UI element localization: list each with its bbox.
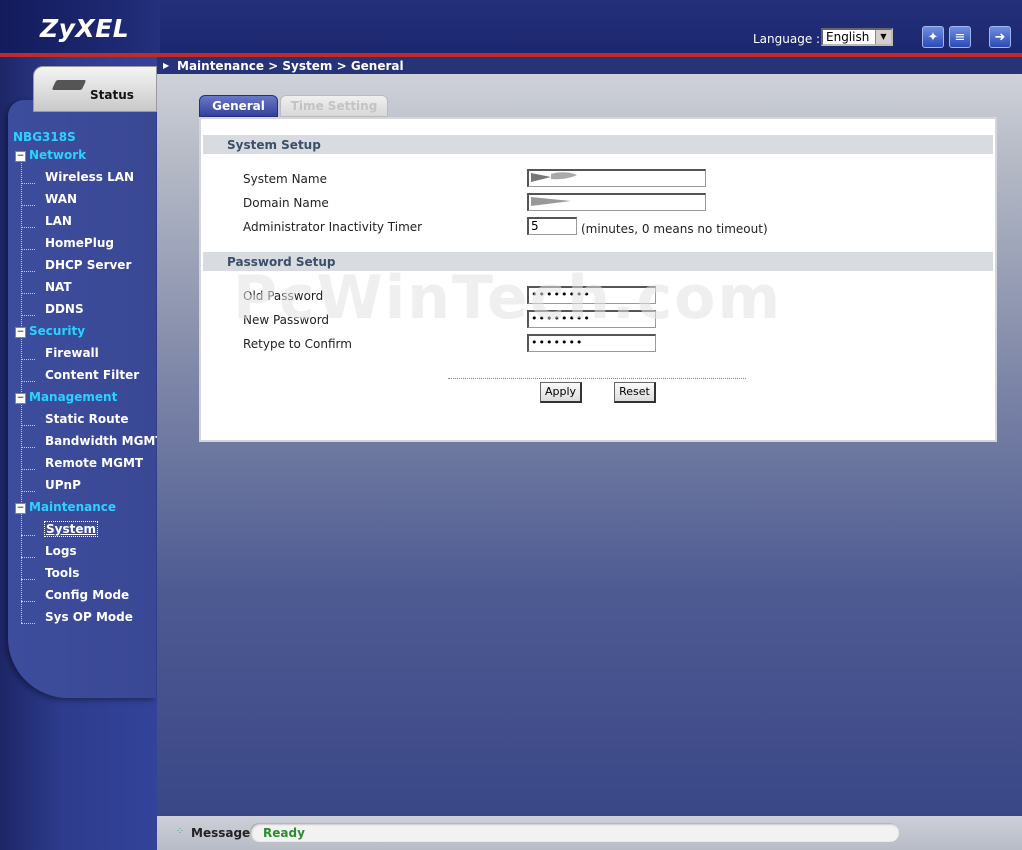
- nav-static-route[interactable]: Static Route: [45, 412, 129, 426]
- nav-ddns[interactable]: DDNS: [45, 302, 84, 316]
- zyxel-logo: ZyXEL: [40, 14, 130, 43]
- collapse-icon[interactable]: −: [15, 503, 26, 514]
- domain-name-input[interactable]: [527, 193, 706, 211]
- tab-general[interactable]: General: [199, 95, 278, 117]
- nav-homeplug[interactable]: HomePlug: [45, 236, 114, 250]
- tree-stub: [21, 381, 35, 382]
- nav-lan[interactable]: LAN: [45, 214, 72, 228]
- message-icon: ⁘: [176, 826, 185, 837]
- nav-bandwidth-mgmt[interactable]: Bandwidth MGMT: [45, 434, 164, 448]
- nav-content-filter[interactable]: Content Filter: [45, 368, 139, 382]
- nav-config-mode[interactable]: Config Mode: [45, 588, 129, 602]
- arrow-icon: ▶: [163, 61, 170, 70]
- wizard-icon[interactable]: ✦: [922, 26, 944, 48]
- language-select[interactable]: English ▼: [821, 28, 893, 46]
- status-label: Status: [90, 88, 134, 102]
- nav-dhcp-server[interactable]: DHCP Server: [45, 258, 131, 272]
- nav-remote-mgmt[interactable]: Remote MGMT: [45, 456, 143, 470]
- nav-logs[interactable]: Logs: [45, 544, 77, 558]
- nav-maintenance[interactable]: Maintenance: [29, 500, 116, 514]
- system-setup-title: System Setup: [227, 138, 321, 152]
- tree-stub: [21, 623, 35, 624]
- language-label: Language :: [753, 32, 821, 46]
- message-box: [250, 823, 899, 842]
- chevron-down-icon[interactable]: ▼: [875, 30, 891, 44]
- logout-icon[interactable]: ➜: [989, 26, 1011, 48]
- tree-stub: [21, 315, 35, 316]
- nav-management[interactable]: Management: [29, 390, 117, 404]
- watermark: PcWinTech.com: [233, 263, 783, 333]
- tree-stub: [21, 271, 35, 272]
- nav-nat[interactable]: NAT: [45, 280, 72, 294]
- breadcrumb: Maintenance > System > General: [177, 59, 404, 73]
- language-value: English: [826, 30, 870, 44]
- status-tab[interactable]: Status: [33, 66, 157, 112]
- collapse-icon[interactable]: −: [15, 327, 26, 338]
- nav-system[interactable]: System: [44, 521, 98, 537]
- nav-wireless-lan[interactable]: Wireless LAN: [45, 170, 134, 184]
- tree-stub: [21, 183, 35, 184]
- message-text: Ready: [263, 826, 305, 840]
- help-icon[interactable]: ≡: [949, 26, 971, 48]
- tree-stub: [21, 249, 35, 250]
- inactivity-timer-input[interactable]: 5: [527, 217, 577, 235]
- system-name-input[interactable]: [527, 169, 706, 187]
- retype-password-input[interactable]: •••••••: [527, 334, 656, 352]
- tree-stub: [21, 491, 35, 492]
- tree-stub: [21, 227, 35, 228]
- tree-stub: [21, 579, 35, 580]
- nav-upnp[interactable]: UPnP: [45, 478, 81, 492]
- collapse-icon[interactable]: −: [15, 393, 26, 404]
- tree-stub: [21, 205, 35, 206]
- inactivity-timer-label: Administrator Inactivity Timer: [243, 220, 423, 234]
- nav-network[interactable]: Network: [29, 148, 86, 162]
- tree-stub: [21, 359, 35, 360]
- reset-button[interactable]: Reset: [614, 382, 656, 403]
- system-name-label: System Name: [243, 172, 327, 186]
- tree-line: [21, 513, 23, 623]
- tree-stub: [21, 425, 35, 426]
- tree-stub: [21, 557, 35, 558]
- nav-sys-op-mode[interactable]: Sys OP Mode: [45, 610, 133, 624]
- router-icon: [51, 80, 87, 90]
- collapse-icon[interactable]: −: [15, 151, 26, 162]
- retype-password-label: Retype to Confirm: [243, 337, 352, 351]
- tab-time-setting[interactable]: Time Setting: [280, 95, 388, 117]
- tree-stub: [21, 535, 35, 536]
- tree-stub: [21, 601, 35, 602]
- masked-value-icon: [531, 172, 577, 182]
- divider: [448, 378, 746, 379]
- domain-name-label: Domain Name: [243, 196, 329, 210]
- nav-firewall[interactable]: Firewall: [45, 346, 99, 360]
- tree-stub: [21, 293, 35, 294]
- masked-value-icon: [531, 197, 571, 206]
- tree-stub: [21, 447, 35, 448]
- section-bar: [203, 135, 993, 154]
- message-label: Message: [191, 826, 251, 840]
- tree-stub: [21, 469, 35, 470]
- apply-button[interactable]: Apply: [540, 382, 582, 403]
- timer-hint: (minutes, 0 means no timeout): [581, 222, 768, 236]
- nav-tools[interactable]: Tools: [45, 566, 79, 580]
- nav-wan[interactable]: WAN: [45, 192, 77, 206]
- nav-security[interactable]: Security: [29, 324, 85, 338]
- device-name[interactable]: NBG318S: [13, 130, 76, 144]
